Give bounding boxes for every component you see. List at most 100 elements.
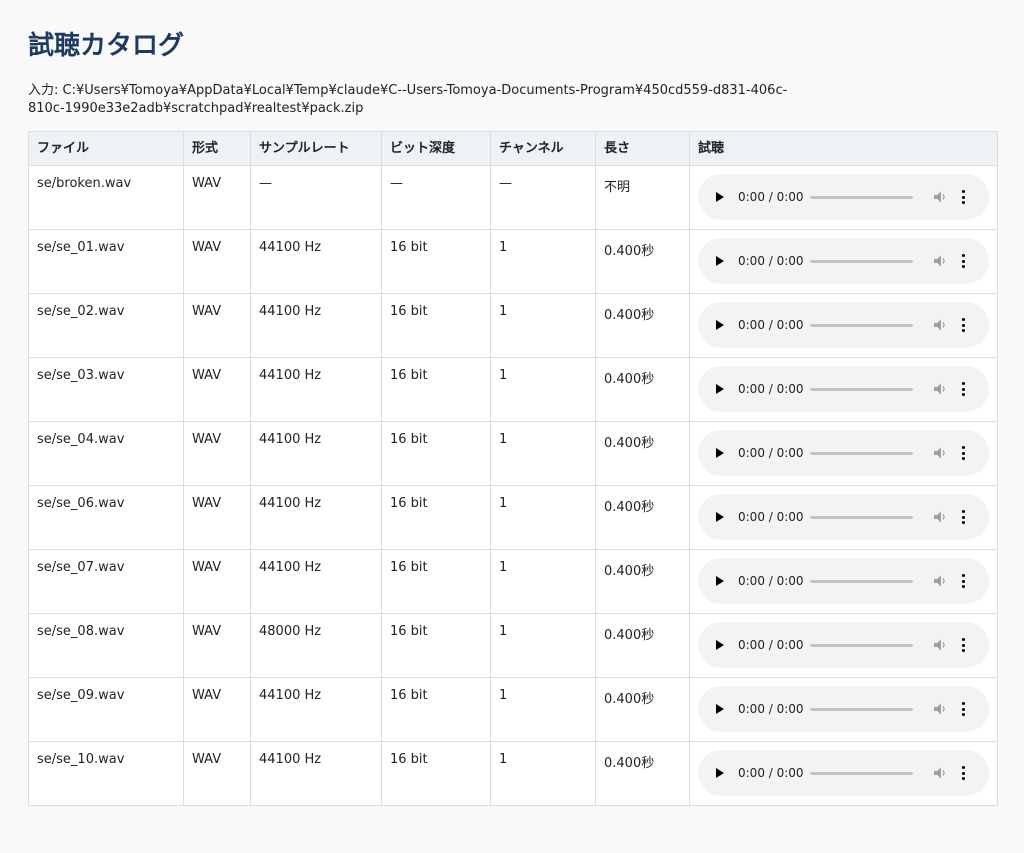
cell-sample-rate: 48000 Hz <box>250 613 382 678</box>
cell-preview: 0:00 / 0:00 <box>689 677 998 742</box>
audio-progress-slider[interactable] <box>810 579 913 583</box>
volume-icon[interactable] <box>933 510 947 524</box>
play-icon[interactable] <box>716 256 724 266</box>
cell-preview: 0:00 / 0:00 <box>689 421 998 486</box>
audio-progress-slider[interactable] <box>810 451 913 455</box>
more-vertical-icon[interactable] <box>961 190 965 204</box>
audio-player[interactable]: 0:00 / 0:00 <box>698 558 989 604</box>
audio-player[interactable]: 0:00 / 0:00 <box>698 238 989 284</box>
audio-progress-slider[interactable] <box>810 387 913 391</box>
cell-bit-depth: 16 bit <box>381 485 491 550</box>
cell-channels: 1 <box>490 421 596 486</box>
cell-length: 0.400秒 <box>595 421 690 486</box>
play-icon[interactable] <box>716 448 724 458</box>
audio-player[interactable]: 0:00 / 0:00 <box>698 622 989 668</box>
play-icon[interactable] <box>716 640 724 650</box>
header-preview: 試聴 <box>689 131 998 166</box>
cell-format: WAV <box>183 293 251 358</box>
cell-length: 0.400秒 <box>595 293 690 358</box>
cell-sample-rate: 44100 Hz <box>250 293 382 358</box>
more-vertical-icon[interactable] <box>961 318 965 332</box>
header-bit-depth: ビット深度 <box>381 131 491 166</box>
cell-file: se/se_06.wav <box>28 485 184 550</box>
volume-icon[interactable] <box>933 766 947 780</box>
cell-file: se/broken.wav <box>28 165 184 230</box>
cell-length: 0.400秒 <box>595 357 690 422</box>
cell-format: WAV <box>183 741 251 806</box>
play-icon[interactable] <box>716 384 724 394</box>
cell-sample-rate: 44100 Hz <box>250 357 382 422</box>
more-vertical-icon[interactable] <box>961 574 965 588</box>
table-row: se/se_01.wav WAV 44100 Hz 16 bit 1 0.400… <box>28 229 998 294</box>
audio-player[interactable]: 0:00 / 0:00 <box>698 174 989 220</box>
cell-channels: — <box>490 165 596 230</box>
play-icon[interactable] <box>716 192 724 202</box>
audio-player[interactable]: 0:00 / 0:00 <box>698 366 989 412</box>
cell-length: 0.400秒 <box>595 485 690 550</box>
volume-icon[interactable] <box>933 574 947 588</box>
cell-file: se/se_08.wav <box>28 613 184 678</box>
more-vertical-icon[interactable] <box>961 702 965 716</box>
volume-icon[interactable] <box>933 254 947 268</box>
audio-progress-slider[interactable] <box>810 707 913 711</box>
cell-bit-depth: 16 bit <box>381 357 491 422</box>
audio-player[interactable]: 0:00 / 0:00 <box>698 302 989 348</box>
cell-file: se/se_10.wav <box>28 741 184 806</box>
more-vertical-icon[interactable] <box>961 254 965 268</box>
header-file: ファイル <box>28 131 184 166</box>
audio-progress-slider[interactable] <box>810 515 913 519</box>
audio-time: 0:00 / 0:00 <box>738 190 804 204</box>
audio-progress-slider[interactable] <box>810 195 913 199</box>
cell-sample-rate: 44100 Hz <box>250 741 382 806</box>
play-icon[interactable] <box>716 768 724 778</box>
page: 試聴カタログ 入力: C:¥Users¥Tomoya¥AppData¥Local… <box>28 28 998 806</box>
play-icon[interactable] <box>716 320 724 330</box>
volume-icon[interactable] <box>933 382 947 396</box>
audio-time: 0:00 / 0:00 <box>738 510 804 524</box>
table-header-row: ファイル 形式 サンプルレート ビット深度 チャンネル 長さ 試聴 <box>28 131 998 166</box>
play-icon[interactable] <box>716 512 724 522</box>
cell-preview: 0:00 / 0:00 <box>689 229 998 294</box>
audio-player[interactable]: 0:00 / 0:00 <box>698 494 989 540</box>
cell-bit-depth: 16 bit <box>381 229 491 294</box>
table-row: se/broken.wav WAV — — — 不明 0:00 / 0:00 <box>28 165 998 230</box>
cell-file: se/se_04.wav <box>28 421 184 486</box>
more-vertical-icon[interactable] <box>961 638 965 652</box>
volume-icon[interactable] <box>933 190 947 204</box>
more-vertical-icon[interactable] <box>961 382 965 396</box>
cell-sample-rate: 44100 Hz <box>250 485 382 550</box>
play-icon[interactable] <box>716 704 724 714</box>
cell-format: WAV <box>183 549 251 614</box>
volume-icon[interactable] <box>933 446 947 460</box>
cell-channels: 1 <box>490 677 596 742</box>
audio-progress-slider[interactable] <box>810 323 913 327</box>
audio-player[interactable]: 0:00 / 0:00 <box>698 750 989 796</box>
cell-file: se/se_07.wav <box>28 549 184 614</box>
volume-icon[interactable] <box>933 638 947 652</box>
cell-file: se/se_01.wav <box>28 229 184 294</box>
catalog-table: ファイル 形式 サンプルレート ビット深度 チャンネル 長さ 試聴 se/bro… <box>28 131 998 806</box>
cell-preview: 0:00 / 0:00 <box>689 357 998 422</box>
cell-bit-depth: 16 bit <box>381 741 491 806</box>
cell-bit-depth: 16 bit <box>381 421 491 486</box>
audio-progress-slider[interactable] <box>810 259 913 263</box>
audio-player[interactable]: 0:00 / 0:00 <box>698 686 989 732</box>
cell-format: WAV <box>183 485 251 550</box>
play-icon[interactable] <box>716 576 724 586</box>
audio-player[interactable]: 0:00 / 0:00 <box>698 430 989 476</box>
cell-sample-rate: 44100 Hz <box>250 229 382 294</box>
more-vertical-icon[interactable] <box>961 446 965 460</box>
audio-progress-slider[interactable] <box>810 771 913 775</box>
cell-format: WAV <box>183 357 251 422</box>
cell-channels: 1 <box>490 293 596 358</box>
audio-time: 0:00 / 0:00 <box>738 254 804 268</box>
audio-time: 0:00 / 0:00 <box>738 382 804 396</box>
cell-format: WAV <box>183 165 251 230</box>
more-vertical-icon[interactable] <box>961 766 965 780</box>
volume-icon[interactable] <box>933 702 947 716</box>
table-row: se/se_02.wav WAV 44100 Hz 16 bit 1 0.400… <box>28 293 998 358</box>
volume-icon[interactable] <box>933 318 947 332</box>
more-vertical-icon[interactable] <box>961 510 965 524</box>
audio-progress-slider[interactable] <box>810 643 913 647</box>
cell-bit-depth: 16 bit <box>381 677 491 742</box>
